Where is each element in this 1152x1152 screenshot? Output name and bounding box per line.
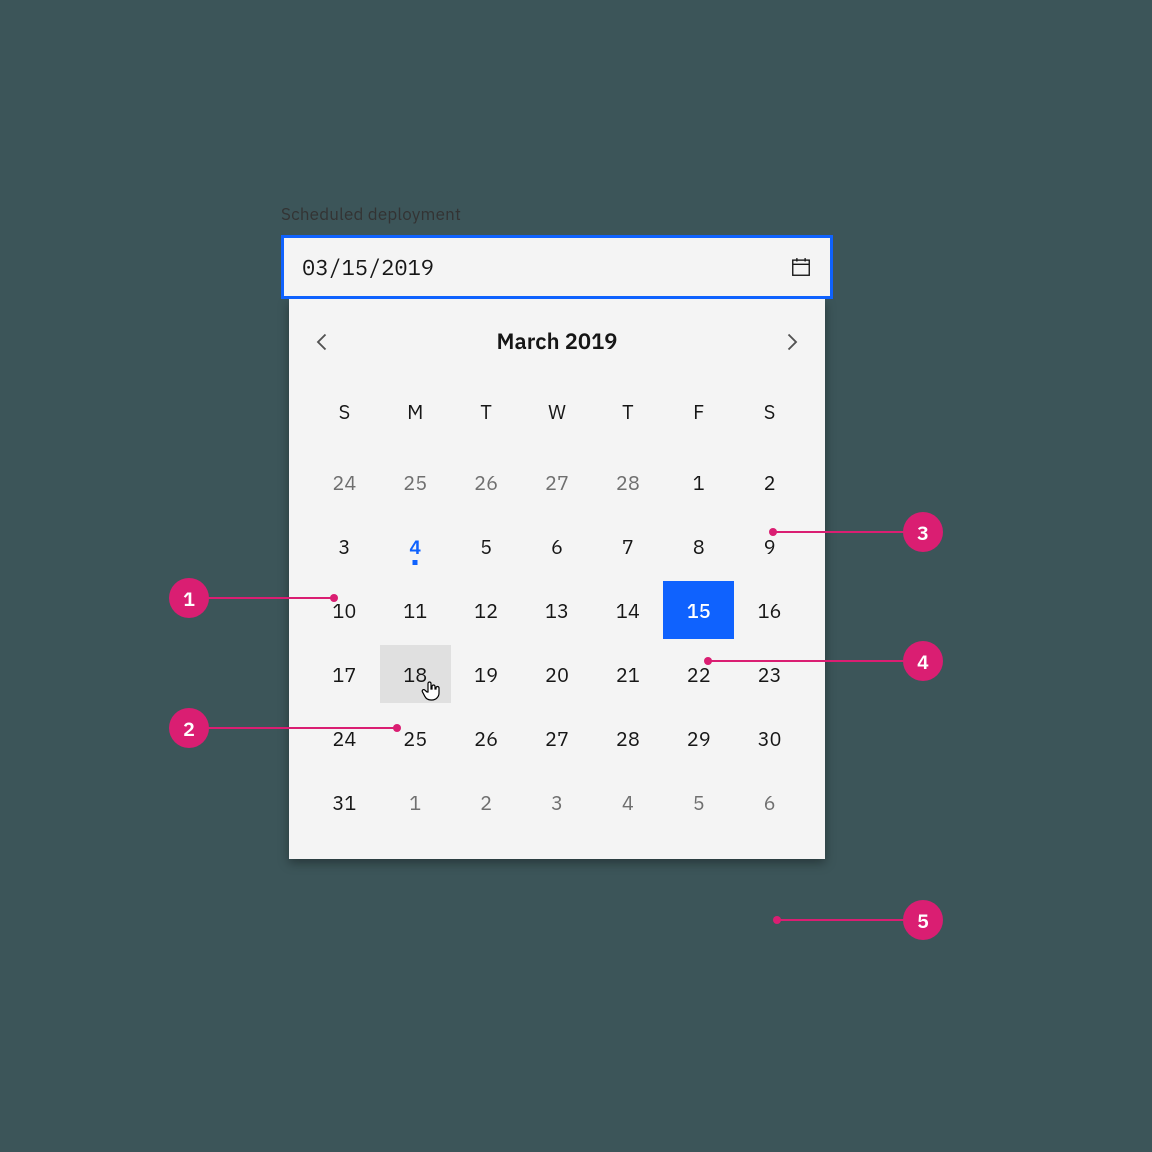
day-cell[interactable]: 1	[380, 773, 451, 831]
weekday-header: W	[522, 384, 593, 447]
weekday-header: F	[663, 384, 734, 447]
day-cell[interactable]: 17	[309, 645, 380, 703]
calendar-icon	[790, 256, 812, 278]
day-cell[interactable]: 13	[522, 581, 593, 639]
weekday-header: S	[309, 384, 380, 447]
day-cell[interactable]: 10	[309, 581, 380, 639]
day-cell[interactable]: 4	[380, 517, 451, 575]
weekday-header: M	[380, 384, 451, 447]
annotation-badge-4: 4	[903, 641, 943, 681]
day-cell[interactable]: 22	[663, 645, 734, 703]
weekday-header: T	[451, 384, 522, 447]
day-cell[interactable]: 24	[309, 709, 380, 767]
day-cell[interactable]: 15	[663, 581, 734, 639]
day-cell[interactable]: 6	[734, 773, 805, 831]
annotation-badge-1: 1	[169, 578, 209, 618]
day-cell[interactable]: 18	[380, 645, 451, 703]
weekday-header: T	[592, 384, 663, 447]
calendar-grid: SMTWTFS242526272812345678910111213141516…	[309, 384, 805, 831]
date-picker: Scheduled deployment 03/15/2019 March 20…	[281, 203, 833, 859]
day-cell[interactable]: 25	[380, 453, 451, 511]
day-cell[interactable]: 12	[451, 581, 522, 639]
day-cell[interactable]: 2	[451, 773, 522, 831]
day-cell[interactable]: 24	[309, 453, 380, 511]
day-cell[interactable]: 26	[451, 709, 522, 767]
day-cell[interactable]: 9	[734, 517, 805, 575]
annotation-badge-3: 3	[903, 512, 943, 552]
calendar-panel: March 2019 SMTWTFS2425262728123456789101…	[289, 299, 825, 859]
weekday-header: S	[734, 384, 805, 447]
day-cell[interactable]: 16	[734, 581, 805, 639]
date-value: 03/15/2019	[302, 253, 790, 282]
day-cell[interactable]: 5	[663, 773, 734, 831]
day-cell[interactable]: 7	[592, 517, 663, 575]
day-cell[interactable]: 20	[522, 645, 593, 703]
chevron-left-icon[interactable]	[313, 332, 333, 352]
day-cell[interactable]: 31	[309, 773, 380, 831]
day-cell[interactable]: 11	[380, 581, 451, 639]
date-input[interactable]: 03/15/2019	[281, 235, 833, 299]
day-cell[interactable]: 23	[734, 645, 805, 703]
day-cell[interactable]: 28	[592, 453, 663, 511]
day-cell[interactable]: 29	[663, 709, 734, 767]
day-cell[interactable]: 2	[734, 453, 805, 511]
chevron-right-icon[interactable]	[781, 332, 801, 352]
day-cell[interactable]: 14	[592, 581, 663, 639]
day-cell[interactable]: 8	[663, 517, 734, 575]
day-cell[interactable]: 3	[309, 517, 380, 575]
day-cell[interactable]: 21	[592, 645, 663, 703]
annotation-badge-2: 2	[169, 708, 209, 748]
month-year-label[interactable]: March 2019	[496, 327, 617, 356]
calendar-header: March 2019	[309, 309, 805, 366]
pointer-cursor-icon	[419, 679, 443, 703]
day-cell[interactable]: 25	[380, 709, 451, 767]
day-cell[interactable]: 5	[451, 517, 522, 575]
day-cell[interactable]: 30	[734, 709, 805, 767]
day-cell[interactable]: 26	[451, 453, 522, 511]
day-cell[interactable]: 3	[522, 773, 593, 831]
day-cell[interactable]: 1	[663, 453, 734, 511]
field-label: Scheduled deployment	[281, 203, 833, 225]
day-cell[interactable]: 27	[522, 453, 593, 511]
day-cell[interactable]: 28	[592, 709, 663, 767]
day-cell[interactable]: 19	[451, 645, 522, 703]
day-cell[interactable]: 6	[522, 517, 593, 575]
day-cell[interactable]: 4	[592, 773, 663, 831]
annotation-badge-5: 5	[903, 900, 943, 940]
day-cell[interactable]: 27	[522, 709, 593, 767]
